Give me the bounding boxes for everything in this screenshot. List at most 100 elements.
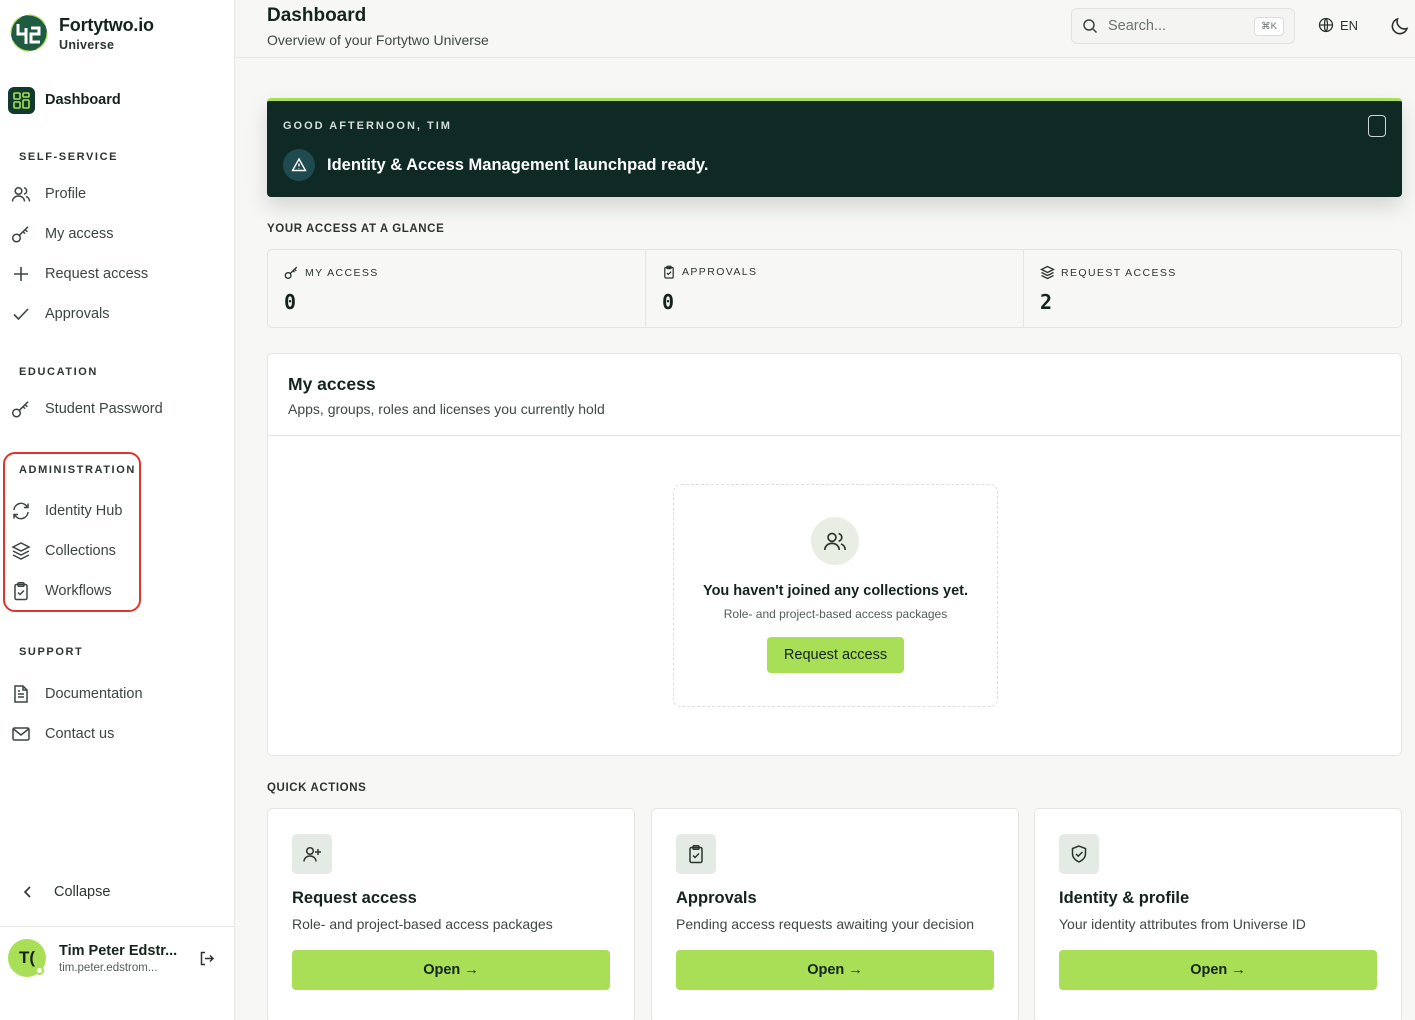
stat-value: 0 bbox=[284, 290, 297, 314]
greeting-banner: GOOD AFTERNOON, TIM Identity & Access Ma… bbox=[267, 98, 1402, 197]
shield-check-icon bbox=[1059, 834, 1099, 874]
key-icon bbox=[11, 399, 31, 419]
sidebar-item-label: Workflows bbox=[45, 583, 112, 599]
access-stats: MY ACCESS 0 APPROVALS 0 REQUEST ACCESS 2 bbox=[267, 249, 1402, 328]
stat-value: 2 bbox=[1040, 290, 1053, 314]
fortytwo-logo-icon bbox=[10, 14, 48, 52]
search-icon bbox=[1083, 19, 1098, 34]
sidebar-item-label: Profile bbox=[45, 186, 87, 202]
avatar: T( bbox=[8, 939, 46, 977]
quick-action-description: Pending access requests awaiting your de… bbox=[676, 916, 975, 932]
stat-label: MY ACCESS bbox=[305, 266, 379, 279]
quick-action-identity-profile: Identity & profile Your identity attribu… bbox=[1034, 808, 1402, 1020]
warning-icon bbox=[283, 149, 315, 181]
mail-icon bbox=[11, 724, 31, 744]
search-input[interactable]: Search... ⌘K bbox=[1071, 8, 1295, 44]
brand-subtitle: Universe bbox=[59, 37, 115, 52]
empty-state-subtitle: Role- and project-based access packages bbox=[723, 607, 948, 621]
sidebar-item-workflows[interactable]: Workflows bbox=[11, 579, 226, 603]
sidebar-item-contact-us[interactable]: Contact us bbox=[11, 722, 226, 746]
quick-action-title: Identity & profile bbox=[1059, 889, 1190, 907]
language-selector[interactable]: EN bbox=[1318, 17, 1358, 33]
quick-action-approvals: Approvals Pending access requests awaiti… bbox=[651, 808, 1019, 1020]
section-label-education: EDUCATION bbox=[19, 366, 98, 378]
user-email: tim.peter.edstrom... bbox=[59, 961, 158, 974]
dashboard-icon bbox=[8, 86, 35, 114]
stat-label: REQUEST ACCESS bbox=[1061, 266, 1177, 279]
document-icon bbox=[11, 684, 31, 704]
layers-icon bbox=[11, 541, 31, 561]
quick-action-description: Your identity attributes from Universe I… bbox=[1059, 916, 1306, 932]
quick-action-request-access: Request access Role- and project-based a… bbox=[267, 808, 635, 1020]
sidebar-item-student-password[interactable]: Student Password bbox=[11, 397, 226, 421]
sidebar-item-identity-hub[interactable]: Identity Hub bbox=[11, 499, 226, 523]
banner-message: Identity & Access Management launchpad r… bbox=[327, 155, 709, 174]
sidebar-item-collections[interactable]: Collections bbox=[11, 539, 226, 563]
sidebar-item-documentation[interactable]: Documentation bbox=[11, 682, 226, 706]
sidebar-item-label: Identity Hub bbox=[45, 503, 123, 519]
user-name: Tim Peter Edstr... bbox=[59, 942, 178, 959]
key-icon bbox=[284, 266, 298, 280]
page-title: Dashboard bbox=[267, 5, 367, 26]
brand-name: Fortytwo.io bbox=[59, 14, 154, 35]
sidebar-item-my-access[interactable]: My access bbox=[11, 222, 226, 246]
globe-icon bbox=[1318, 17, 1334, 33]
top-header: Dashboard Overview of your Fortytwo Univ… bbox=[235, 0, 1415, 58]
collapse-label: Collapse bbox=[54, 884, 111, 900]
request-access-button[interactable]: Request access bbox=[767, 637, 904, 673]
users-icon bbox=[11, 184, 31, 204]
quick-action-description: Role- and project-based access packages bbox=[292, 916, 553, 932]
sidebar-item-approvals[interactable]: Approvals bbox=[11, 302, 226, 326]
clipboard-check-icon bbox=[11, 581, 31, 601]
quick-action-title: Approvals bbox=[676, 889, 757, 907]
empty-state: You haven't joined any collections yet. … bbox=[673, 484, 998, 707]
sidebar-item-request-access[interactable]: Request access bbox=[11, 262, 226, 286]
sidebar-item-dashboard[interactable]: Dashboard bbox=[8, 86, 228, 114]
sidebar-item-label: Student Password bbox=[45, 401, 163, 417]
page-subtitle: Overview of your Fortytwo Universe bbox=[267, 32, 489, 48]
sidebar-divider bbox=[0, 926, 234, 927]
card-divider bbox=[268, 435, 1401, 436]
search-placeholder: Search... bbox=[1108, 18, 1167, 34]
stat-label: APPROVALS bbox=[682, 266, 758, 278]
clipboard-check-icon bbox=[664, 265, 674, 279]
logout-icon[interactable] bbox=[196, 948, 216, 968]
greeting-text: GOOD AFTERNOON, TIM bbox=[283, 120, 452, 132]
sidebar-item-label: Approvals bbox=[45, 306, 110, 322]
sidebar: Fortytwo.io Universe Dashboard SELF-SERV… bbox=[0, 0, 235, 1020]
brand[interactable]: Fortytwo.io Universe bbox=[10, 14, 154, 52]
refresh-icon bbox=[11, 501, 31, 521]
moon-icon[interactable] bbox=[1389, 15, 1411, 37]
stat-request-access[interactable]: REQUEST ACCESS 2 bbox=[1024, 250, 1401, 327]
chevron-left-icon bbox=[23, 886, 31, 898]
sidebar-item-label: Dashboard bbox=[45, 92, 121, 108]
sidebar-item-profile[interactable]: Profile bbox=[11, 182, 226, 206]
language-label: EN bbox=[1340, 17, 1359, 33]
search-shortcut: ⌘K bbox=[1254, 16, 1284, 36]
quick-actions-label: QUICK ACTIONS bbox=[267, 782, 367, 794]
open-button[interactable]: Open → bbox=[292, 950, 610, 990]
users-icon bbox=[811, 517, 859, 565]
quick-action-title: Request access bbox=[292, 889, 417, 907]
plus-icon bbox=[11, 264, 31, 284]
stat-approvals[interactable]: APPROVALS 0 bbox=[646, 250, 1024, 327]
glance-section-label: YOUR ACCESS AT A GLANCE bbox=[267, 223, 445, 235]
user-profile[interactable]: T( Tim Peter Edstr... tim.peter.edstrom.… bbox=[8, 939, 230, 977]
sidebar-item-label: Collections bbox=[45, 543, 116, 559]
collapse-button[interactable]: Collapse bbox=[20, 884, 110, 900]
open-button[interactable]: Open → bbox=[676, 950, 994, 990]
stat-my-access[interactable]: MY ACCESS 0 bbox=[268, 250, 646, 327]
check-icon bbox=[11, 304, 31, 324]
sidebar-item-label: Contact us bbox=[45, 726, 115, 742]
sidebar-item-label: Request access bbox=[45, 266, 149, 282]
user-plus-icon bbox=[292, 834, 332, 874]
sidebar-item-label: Documentation bbox=[45, 686, 143, 702]
layers-icon bbox=[1040, 265, 1055, 280]
section-label-self-service: SELF-SERVICE bbox=[19, 151, 119, 163]
open-button[interactable]: Open → bbox=[1059, 950, 1377, 990]
banner-dismiss-button[interactable] bbox=[1368, 115, 1386, 137]
stat-value: 0 bbox=[662, 290, 675, 314]
card-title: My access bbox=[288, 374, 376, 394]
empty-state-title: You haven't joined any collections yet. bbox=[702, 583, 969, 599]
my-access-card: My access Apps, groups, roles and licens… bbox=[267, 353, 1402, 756]
